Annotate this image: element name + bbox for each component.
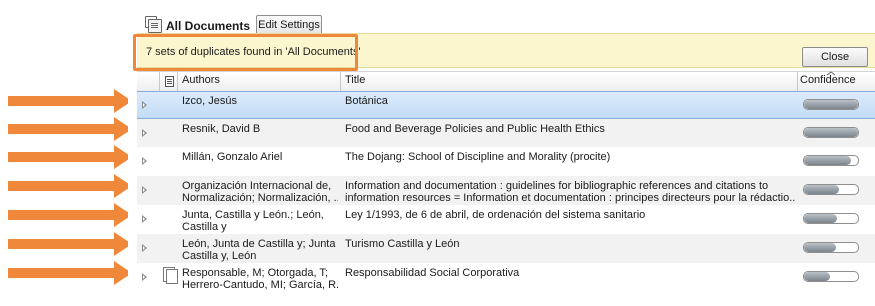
title-text: The Dojang: School of Discipline and Mor… <box>345 151 611 163</box>
author-text: Responsable, M; Otorgada, T; <box>182 267 328 279</box>
confidence-bar-fill <box>804 100 858 109</box>
annotation-arrow-icon <box>8 203 128 227</box>
author-text: León, Junta de Castilla y; Junta de <box>182 238 338 250</box>
title-text: Turismo Castilla y León <box>345 238 460 250</box>
column-separator[interactable] <box>177 71 178 91</box>
title-text: Information and documentation : guidelin… <box>345 180 769 192</box>
title-text: Responsabilidad Social Corporativa <box>345 267 520 279</box>
author-text: Herrero-Cantudo, MI; García, R... <box>182 279 338 291</box>
column-separator[interactable] <box>159 71 160 91</box>
annotation-arrow-icon <box>8 261 128 285</box>
attachment-icon <box>163 267 178 284</box>
confidence-bar <box>803 127 859 138</box>
author-text: Castilla y <box>182 221 227 233</box>
confidence-bar-fill <box>804 185 840 194</box>
confidence-bar-fill <box>804 243 837 252</box>
confidence-bar-fill <box>804 128 858 137</box>
title-text: information resources = Information et d… <box>345 192 795 204</box>
confidence-bar <box>803 155 859 166</box>
author-text: Millán, Gonzalo Ariel <box>182 151 283 163</box>
confidence-bar-fill <box>804 214 838 223</box>
annotation-arrow-icon <box>8 117 128 141</box>
author-text: Junta, Castilla y León.; León, <box>182 209 324 221</box>
edit-settings-button[interactable]: Edit Settings <box>256 15 322 35</box>
annotation-arrow-icon <box>8 174 128 198</box>
title-text: Botánica <box>345 95 388 107</box>
documents-icon <box>145 16 162 33</box>
title-text: Food and Beverage Policies and Public He… <box>345 123 605 135</box>
annotation-arrow-icon <box>8 232 128 256</box>
author-text: Normalización; Normalización, ... <box>182 192 338 204</box>
confidence-bar <box>803 271 859 282</box>
notes-column-icon[interactable] <box>165 76 174 87</box>
author-text: Izco, Jesús <box>182 95 238 107</box>
confidence-bar <box>803 242 859 253</box>
column-header-authors[interactable]: Authors <box>182 73 220 88</box>
column-separator[interactable] <box>797 71 798 91</box>
author-text: Resnik, David B <box>182 123 261 135</box>
author-text: Organización Internacional de, <box>182 180 332 192</box>
expand-triangle-icon[interactable] <box>142 101 147 109</box>
expand-triangle-icon[interactable] <box>142 129 147 137</box>
annotation-arrow-icon <box>8 89 128 113</box>
confidence-bar <box>803 184 859 195</box>
close-button[interactable]: Close <box>802 47 868 67</box>
title-text: Ley 1/1993, de 6 de abril, de ordenación… <box>345 209 646 221</box>
column-header-title[interactable]: Title <box>345 73 365 88</box>
confidence-bar-fill <box>804 272 830 281</box>
expand-triangle-icon[interactable] <box>142 273 147 281</box>
author-text: Castilla y, León <box>182 250 257 262</box>
sort-ascending-icon <box>826 71 836 76</box>
duplicates-message: 7 sets of duplicates found in 'All Docum… <box>146 46 361 58</box>
column-separator[interactable] <box>340 71 341 91</box>
collection-title: All Documents <box>166 19 251 33</box>
expand-triangle-icon[interactable] <box>142 186 147 194</box>
table-header <box>137 71 875 92</box>
expand-triangle-icon[interactable] <box>142 215 147 223</box>
expand-triangle-icon[interactable] <box>142 157 147 165</box>
confidence-bar-fill <box>804 156 851 165</box>
confidence-bar <box>803 213 859 224</box>
expand-triangle-icon[interactable] <box>142 244 147 252</box>
annotation-arrow-icon <box>8 145 128 169</box>
confidence-bar <box>803 99 859 110</box>
